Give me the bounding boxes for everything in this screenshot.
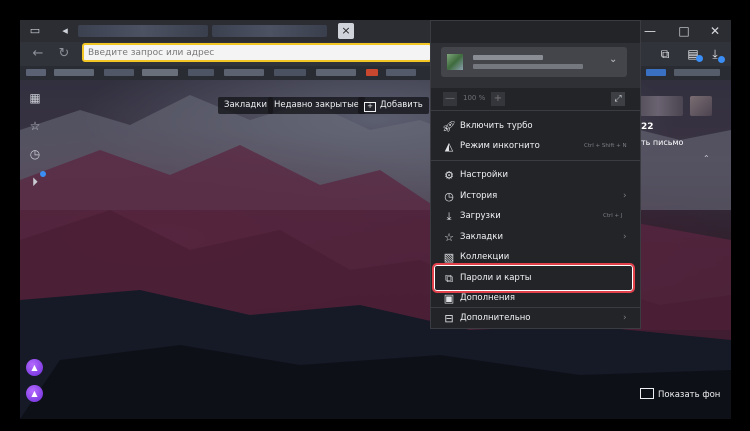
gear-icon: ⚙ [444,169,454,182]
apps-grid-icon[interactable]: ▦ [27,90,43,106]
fullscreen-icon[interactable]: ⤢ [611,92,625,106]
alice-assistant-icon[interactable]: ▲ [26,385,43,402]
notification-badge [696,55,703,62]
bookmark-item-blurred[interactable] [188,69,214,76]
bookmark-item-blurred[interactable] [646,69,666,76]
address-bar[interactable] [82,43,432,62]
widget-number: 22 [641,122,654,132]
chevron-right-icon: › [623,191,627,201]
menu-item-label: История [460,191,498,201]
tab-title-blurred[interactable] [78,25,208,37]
tabs-panel-icon[interactable]: ▭ [28,24,42,38]
bookmark-item-blurred[interactable] [54,69,94,76]
chevron-right-icon: › [623,232,627,242]
zoom-in-button[interactable]: + [491,92,505,106]
zoom-out-button[interactable]: — [443,92,457,106]
star-icon: ☆ [444,231,454,244]
menu-item-label: Дополнительно [460,313,531,323]
menu-item-incognito[interactable]: ◭ Режим инкогнито Ctrl + Shift + N [431,137,640,157]
menu-item-history[interactable]: ◷ История › [431,187,640,207]
account-selector[interactable]: ⌄ [441,47,627,77]
alice-assistant-icon[interactable]: ▲ [26,359,43,376]
widget-blurred[interactable] [690,96,712,116]
download-icon: ⤓ [446,210,452,223]
bookmark-item-blurred[interactable] [674,69,720,76]
sound-icon[interactable]: ◂ [58,24,72,38]
reload-icon[interactable]: ↻ [56,46,72,62]
account-section: ⌄ [431,43,640,88]
menu-item-label: Загрузки [460,211,501,221]
account-email-blurred [473,64,583,69]
bookmark-item-blurred[interactable] [224,69,264,76]
collapse-chevron-icon[interactable]: ⌃ [703,154,710,163]
menu-item-shortcut: Ctrl + J [603,213,623,219]
tab-close-button[interactable]: × [338,23,354,39]
more-icon: ⊟ [444,312,454,325]
incognito-icon: ◭ [444,140,454,153]
bookmark-item-blurred[interactable] [142,69,178,76]
avatar [447,54,463,70]
bookmark-item-blurred[interactable] [104,69,134,76]
clock-icon: ◷ [444,190,454,203]
back-arrow-icon[interactable]: ← [30,46,46,62]
menu-item-label: Включить турбо [460,121,533,131]
bookmark-item-blurred[interactable] [366,69,378,76]
chevron-right-icon: › [623,313,627,323]
maximize-button[interactable]: □ [670,20,698,42]
menu-divider [431,160,640,161]
bookmark-item-blurred[interactable] [316,69,356,76]
browser-window: ▭ ◂ × ≡ — □ ✕ ← ↻ ⧉ ▤ ⤓ ▦ ☆ [20,20,731,419]
menu-item-label: Закладки [460,232,503,242]
add-button-label: Добавить [380,100,423,110]
star-icon[interactable]: ☆ [27,118,43,134]
passwords-icon[interactable]: ⧉ [656,45,674,63]
search-input[interactable] [88,45,418,60]
account-name-blurred [473,55,543,60]
zoom-level: 100 % [463,94,486,102]
highlight-frame [432,263,635,293]
menu-item-bookmarks[interactable]: ☆ Закладки › [431,228,640,248]
image-icon [640,388,654,399]
plus-icon: + [364,102,376,112]
bookmark-item-blurred[interactable] [26,69,46,76]
menu-item-label: Коллекции [460,252,510,262]
extensions-icon: ▣ [443,292,455,305]
menu-item-label: Настройки [460,170,509,180]
downloads-badge [718,56,725,63]
menu-item-downloads[interactable]: ⤓ Загрузки Ctrl + J [431,207,640,227]
widget-text[interactable]: ть письмо [641,138,683,147]
add-button[interactable]: + Добавить [358,97,429,114]
menu-item-more[interactable]: ⊟ Дополнительно › [430,309,641,329]
menu-item-settings[interactable]: ⚙ Настройки [431,166,640,186]
menu-item-label: Режим инкогнито [460,141,540,151]
rocket-icon: 🚀︎ [442,120,456,133]
menu-divider [431,307,640,308]
tab-title-blurred[interactable] [212,25,327,37]
recently-closed-button[interactable]: Недавно закрытые [268,97,366,114]
close-window-button[interactable]: ✕ [701,20,729,42]
history-clock-icon[interactable]: ◷ [27,146,43,162]
bookmarks-button[interactable]: Закладки [218,97,273,114]
menu-item-label: Дополнения [460,293,516,303]
show-background-label: Показать фон [658,390,721,400]
menu-item-turbo[interactable]: 🚀︎ Включить турбо [431,117,640,137]
bookmark-item-blurred[interactable] [386,69,416,76]
bookmark-item-blurred[interactable] [274,69,306,76]
chevron-down-icon: ⌄ [609,54,618,65]
show-background-button[interactable]: Показать фон [640,388,720,400]
media-badge [40,171,46,177]
zoom-controls: — 100 % + ⤢ [431,88,640,111]
menu-item-shortcut: Ctrl + Shift + N [584,143,627,149]
